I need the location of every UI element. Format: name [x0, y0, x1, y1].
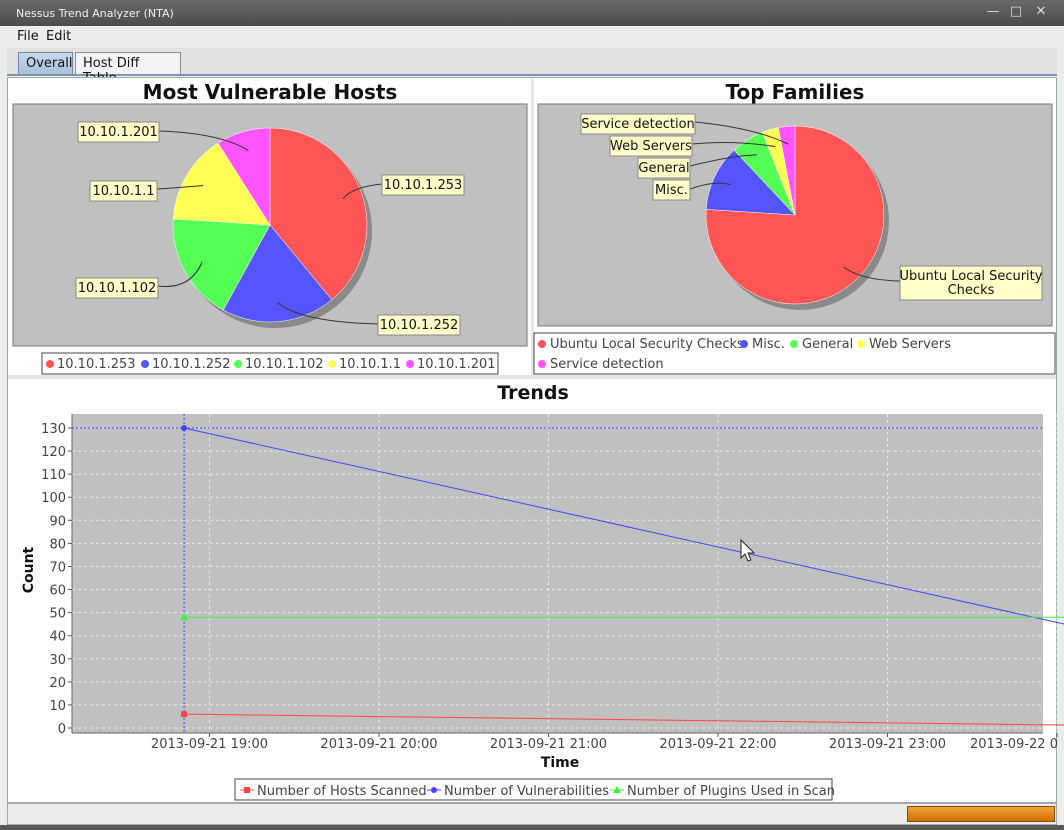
- y-tick-label: 20: [49, 676, 66, 691]
- y-tick-label: 80: [49, 537, 66, 552]
- y-tick-label: 120: [41, 445, 66, 460]
- legend-entry: General: [802, 337, 853, 352]
- legend-entry: Number of Plugins Used in Scan: [627, 784, 835, 799]
- plot-area: [72, 414, 1043, 733]
- legend-entry: 10.10.1.201: [417, 357, 496, 372]
- legend-marker: [46, 360, 54, 368]
- legend-entry: 10.10.1.252: [152, 357, 231, 372]
- y-tick-label: 0: [58, 722, 66, 737]
- legend-entry: 10.10.1.253: [57, 357, 136, 372]
- data-point: [181, 425, 188, 431]
- status-bar: [7, 803, 1057, 825]
- legend-marker: [328, 360, 336, 368]
- legend-marker: [740, 340, 748, 348]
- pie-label: General: [638, 161, 689, 176]
- data-point: [181, 711, 188, 718]
- legend-entry: Number of Hosts Scanned: [257, 784, 427, 799]
- x-tick-label: 2013-09-21 19:00: [151, 737, 268, 752]
- pie-label: 10.10.1.201: [79, 125, 158, 140]
- window-bottom-edge: [0, 825, 1064, 830]
- pie-label: 10.10.1.102: [78, 281, 157, 296]
- chart-title: Trends: [497, 382, 569, 404]
- legend-entry: Ubuntu Local Security Checks: [550, 337, 744, 352]
- pie-label: 10.10.1.253: [384, 178, 463, 193]
- pie-label: 10.10.1.1: [92, 184, 154, 199]
- charts-canvas: Most Vulnerable Hosts 10.10.1.253 10.10.1.…: [12, 80, 1064, 801]
- pie-label: Checks: [948, 283, 995, 298]
- x-tick-label: 2013-09-21 20:00: [320, 737, 437, 752]
- legend-marker: [431, 787, 437, 793]
- legend-entry: Web Servers: [869, 337, 951, 352]
- y-tick-label: 110: [41, 468, 66, 483]
- legend-entry: Number of Vulnerabilities: [444, 784, 609, 799]
- x-tick-label: 2013-09-22 0: [970, 737, 1058, 752]
- pie-label: Service detection: [581, 117, 695, 132]
- legend-entry: Service detection: [550, 357, 664, 372]
- y-axis-label: Count: [21, 546, 37, 593]
- x-axis-label: Time: [541, 755, 579, 771]
- y-tick-label: 40: [49, 630, 66, 645]
- chart-title: Most Vulnerable Hosts: [143, 80, 398, 104]
- y-tick-label: 100: [41, 491, 66, 506]
- y-tick-label: 10: [49, 699, 66, 714]
- pie-label: Ubuntu Local Security: [900, 269, 1043, 284]
- application-window: Nessus Trend Analyzer (NTA) — □ ✕ File E…: [0, 0, 1064, 830]
- legend-marker: [244, 787, 250, 793]
- y-tick-label: 90: [49, 514, 66, 529]
- chart-title: Top Families: [726, 80, 865, 104]
- legend-marker: [538, 340, 546, 348]
- y-tick-label: 50: [49, 607, 66, 622]
- y-tick-label: 60: [49, 584, 66, 599]
- x-tick-label: 2013-09-21 23:00: [829, 737, 946, 752]
- legend-marker: [790, 340, 798, 348]
- pie-label: Web Servers: [610, 139, 692, 154]
- progress-bar: [907, 806, 1055, 822]
- legend-entry: Misc.: [752, 337, 785, 352]
- pie-label: Misc.: [655, 183, 688, 198]
- y-tick-label: 130: [41, 422, 66, 437]
- legend-entry: 10.10.1.102: [245, 357, 324, 372]
- legend-entry: 10.10.1.1: [339, 357, 401, 372]
- pie-label: 10.10.1.252: [380, 318, 459, 333]
- x-tick-label: 2013-09-21 22:00: [659, 737, 776, 752]
- y-tick-label: 30: [49, 653, 66, 668]
- y-tick-label: 70: [49, 560, 66, 575]
- legend-marker: [234, 360, 242, 368]
- legend-marker: [857, 340, 865, 348]
- x-tick-label: 2013-09-21 21:00: [490, 737, 607, 752]
- legend-marker: [538, 360, 546, 368]
- legend-marker: [141, 360, 149, 368]
- legend-marker: [406, 360, 414, 368]
